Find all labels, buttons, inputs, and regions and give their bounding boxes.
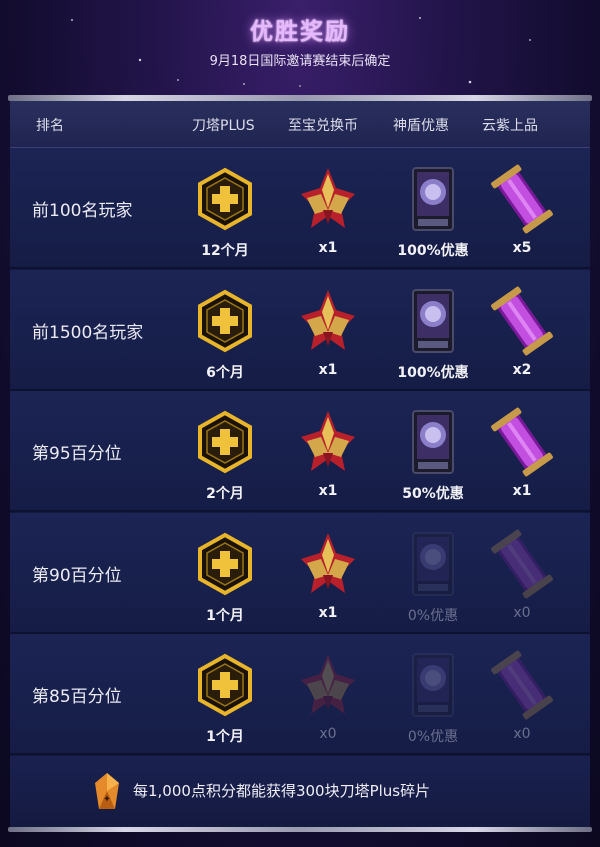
reward-cell-coin: x0 xyxy=(283,634,373,755)
plus-hexagon-icon xyxy=(190,650,260,720)
aegis-discount-card-icon xyxy=(398,164,468,234)
column-header-treasure: 云紫上品 xyxy=(482,118,538,134)
reward-value-coin: x0 xyxy=(319,726,337,743)
aegis-discount-card-icon xyxy=(398,529,468,599)
footer-text: 每1,000点积分都能获得300块刀塔Plus碎片 xyxy=(133,782,431,800)
reward-cell-aegis: 100%优惠 xyxy=(388,148,478,269)
treasure-chest-icon xyxy=(487,164,557,234)
table-row: 前100名玩家 12个月 x1 100%优惠 x5 xyxy=(10,148,590,269)
reward-value-aegis: 100%优惠 xyxy=(397,243,469,259)
frame-bottom-border xyxy=(8,827,592,832)
reward-cell-treasure: x5 xyxy=(477,148,567,269)
table-footer: ✦ 每1,000点积分都能获得300块刀塔Plus碎片 xyxy=(10,756,590,827)
rewards-page: 优胜奖励 9月18日国际邀请赛结束后确定 排名 刀塔PLUS 至宝兑换币 神盾优… xyxy=(0,0,600,847)
aegis-discount-card-icon xyxy=(398,650,468,720)
arcana-coin-icon xyxy=(293,529,363,599)
reward-cell-plus: 1个月 xyxy=(180,634,270,755)
table-row: 第95百分位 2个月 x1 50%优惠 x1 xyxy=(10,391,590,513)
reward-value-plus: 2个月 xyxy=(206,486,244,503)
column-header-rank: 排名 xyxy=(36,118,64,134)
rank-label: 第90百分位 xyxy=(32,565,122,586)
column-header-aegis: 神盾优惠 xyxy=(393,118,449,134)
page-title: 优胜奖励 xyxy=(250,19,350,45)
treasure-chest-icon xyxy=(487,529,557,599)
reward-cell-plus: 12个月 xyxy=(180,148,270,269)
reward-cell-treasure: x2 xyxy=(477,270,567,391)
reward-value-coin: x1 xyxy=(318,604,338,621)
reward-cell-coin: x1 xyxy=(283,513,373,634)
reward-value-treasure: x5 xyxy=(512,240,532,256)
reward-value-plus: 1个月 xyxy=(206,607,244,624)
reward-cell-treasure: x1 xyxy=(477,391,567,512)
reward-cell-aegis: 50%优惠 xyxy=(388,391,478,512)
reward-value-aegis: 50%优惠 xyxy=(402,486,464,503)
plus-hexagon-icon xyxy=(190,407,260,477)
table-header: 排名 刀塔PLUS 至宝兑换币 神盾优惠 云紫上品 xyxy=(10,101,590,148)
reward-value-plus: 6个月 xyxy=(206,364,244,381)
reward-value-coin: x1 xyxy=(318,240,338,256)
plus-hexagon-icon xyxy=(190,164,260,234)
reward-cell-aegis: 0%优惠 xyxy=(388,513,478,634)
reward-value-treasure: x0 xyxy=(513,726,531,743)
treasure-chest-icon xyxy=(487,650,557,720)
table-row: 前1500名玩家 6个月 x1 100%优惠 x2 xyxy=(10,269,590,391)
reward-cell-aegis: 100%优惠 xyxy=(388,270,478,391)
rank-label: 第95百分位 xyxy=(32,444,122,465)
rank-label: 前1500名玩家 xyxy=(32,322,144,343)
plus-shard-icon: ✦ xyxy=(95,773,119,809)
svg-text:✦: ✦ xyxy=(103,794,111,805)
reward-value-treasure: x0 xyxy=(513,604,531,621)
reward-value-coin: x1 xyxy=(318,361,338,378)
reward-value-treasure: x1 xyxy=(512,483,532,500)
reward-cell-coin: x1 xyxy=(283,148,373,269)
reward-cell-plus: 1个月 xyxy=(180,513,270,634)
treasure-chest-icon xyxy=(487,286,557,356)
rank-label: 前100名玩家 xyxy=(32,201,133,221)
plus-hexagon-icon xyxy=(190,286,260,356)
rewards-table: 排名 刀塔PLUS 至宝兑换币 神盾优惠 云紫上品 前100名玩家 12个月 x… xyxy=(10,101,590,827)
table-row: 第85百分位 1个月 x0 0%优惠 x0 xyxy=(10,634,590,756)
column-header-plus: 刀塔PLUS xyxy=(192,118,255,134)
reward-value-treasure: x2 xyxy=(512,361,532,378)
reward-cell-coin: x1 xyxy=(283,270,373,391)
aegis-discount-card-icon xyxy=(398,407,468,477)
reward-cell-plus: 2个月 xyxy=(180,391,270,512)
reward-value-aegis: 100%优惠 xyxy=(397,364,469,381)
reward-value-plus: 1个月 xyxy=(206,729,244,746)
page-subtitle: 9月18日国际邀请赛结束后确定 xyxy=(209,54,391,69)
aegis-discount-card-icon xyxy=(398,286,468,356)
reward-value-aegis: 0%优惠 xyxy=(407,729,459,746)
arcana-coin-icon xyxy=(293,407,363,477)
reward-cell-treasure: x0 xyxy=(477,513,567,634)
arcana-coin-icon xyxy=(293,286,363,356)
reward-cell-plus: 6个月 xyxy=(180,270,270,391)
reward-value-plus: 12个月 xyxy=(201,243,249,259)
reward-cell-aegis: 0%优惠 xyxy=(388,634,478,755)
reward-cell-treasure: x0 xyxy=(477,634,567,755)
rank-label: 第85百分位 xyxy=(32,687,122,708)
reward-value-coin: x1 xyxy=(318,483,338,500)
arcana-coin-icon xyxy=(293,164,363,234)
arcana-coin-icon xyxy=(293,650,363,720)
table-row: 第90百分位 1个月 x1 0%优惠 x0 xyxy=(10,512,590,634)
column-header-coin: 至宝兑换币 xyxy=(288,118,358,134)
reward-value-aegis: 0%优惠 xyxy=(407,607,459,624)
plus-hexagon-icon xyxy=(190,529,260,599)
treasure-chest-icon xyxy=(487,407,557,477)
reward-cell-coin: x1 xyxy=(283,391,373,512)
rewards-header: 优胜奖励 9月18日国际邀请赛结束后确定 xyxy=(0,0,600,96)
